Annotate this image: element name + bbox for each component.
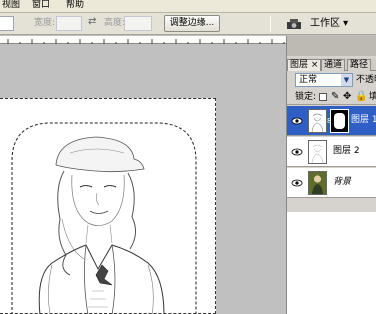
panel-title-bar[interactable] [287,36,376,56]
menu-bar: 视图 窗口 帮助 [0,0,376,13]
tab-paths[interactable]: 路径 [347,59,372,71]
workspace-tool-icon[interactable] [286,17,302,33]
width-label: 宽度: [34,18,56,28]
fill-label: 填 [369,92,376,102]
layer-thumbnail[interactable] [308,140,327,164]
layer-name[interactable]: 图层 2 [333,146,360,157]
lock-position-icon[interactable]: ✥ [343,91,351,102]
layer-name[interactable]: 背景 [333,177,351,188]
layer-row-2[interactable]: 图层 2 [287,137,376,167]
workspace-button[interactable]: 工作区 ▾ [310,16,348,31]
visibility-eye-icon[interactable] [291,177,303,189]
layer-thumbnail[interactable] [308,109,327,133]
visibility-eye-icon[interactable] [291,146,303,158]
horizontal-ruler [0,36,286,44]
blend-mode-value: 正常 [299,75,318,85]
lock-pixels-icon[interactable]: ✎ [331,91,339,102]
dropdown-arrow-icon: ▼ [341,74,352,86]
blend-row: 正常 ▼ 不透明 [287,72,376,89]
refine-edge-button[interactable]: 调整边缘... [164,15,220,32]
tab-layers[interactable]: 图层 × [287,59,322,71]
tab-channels[interactable]: 通道 [321,59,346,71]
layer-row-1[interactable]: 8 图层 1 [287,106,376,136]
height-field[interactable] [124,16,152,31]
layer-row-background[interactable]: 背景 [287,168,376,198]
menu-window[interactable]: 窗口 [32,0,50,11]
sketch-portrait [11,122,197,314]
toolbar-divider [270,16,271,32]
swap-dimensions-icon[interactable]: ⇄ [88,16,96,27]
layers-panel: 图层 × 通道 路径 正常 ▼ 不透明 锁定: ✎ ✥ 🔒 填 8 [286,36,376,314]
visibility-eye-icon[interactable] [291,115,303,127]
options-field-partial[interactable] [0,16,14,31]
width-field[interactable] [56,16,82,31]
panel-tab-bar: 图层 × 通道 路径 [287,58,376,71]
lock-transparent-icon[interactable] [319,93,327,101]
lock-label: 锁定: [295,92,317,102]
menu-view[interactable]: 视图 [2,0,20,11]
menu-help[interactable]: 帮助 [66,0,84,11]
blend-mode-select[interactable]: 正常 ▼ [295,73,353,87]
layer-list-empty-area[interactable] [287,212,376,314]
layer-name[interactable]: 图层 1 [351,115,376,126]
lock-row: 锁定: ✎ ✥ 🔒 填 [287,90,376,105]
height-label: 高度: [104,18,126,28]
layer-thumbnail[interactable] [308,171,327,195]
opacity-label: 不透明 [356,75,376,85]
options-bar: 宽度: ⇄ 高度: 调整边缘... 工作区 ▾ [0,13,376,35]
canvas-area[interactable] [0,36,286,314]
layer-mask-thumbnail[interactable] [330,109,349,133]
document-canvas[interactable] [0,98,216,314]
lock-all-icon[interactable]: 🔒 [355,91,367,102]
